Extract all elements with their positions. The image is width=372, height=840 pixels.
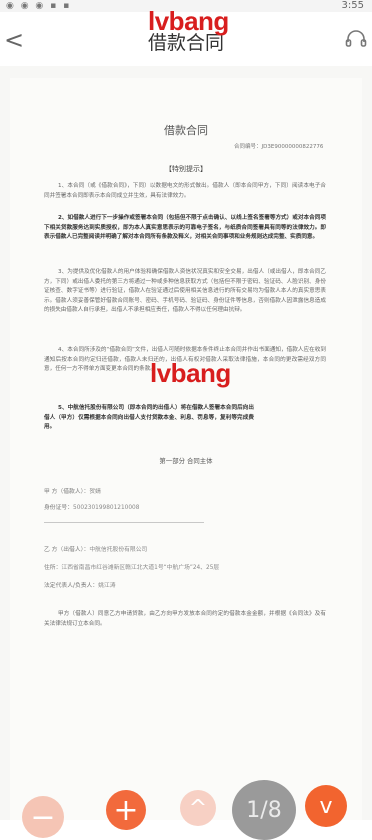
closing-paragraph: 甲方（借款人）同意乙方申请贷款，由乙方向甲方发放本合同约定的借款本金金额，并根据… <box>44 611 326 627</box>
zoom-in-button[interactable]: + <box>106 790 146 830</box>
lender-label: 乙 方（出借人）： <box>44 547 90 553</box>
borrower-id-row: 身份证号：500230199801210008 <box>44 502 139 511</box>
previous-page-button[interactable]: ^ <box>180 790 216 826</box>
page-indicator: 1/8 <box>232 780 296 840</box>
watermark-logo-middle: lvbang <box>150 358 231 388</box>
borrower-name: 贺婧 <box>89 489 101 495</box>
special-notice-title: 【特别提示】 <box>165 165 207 173</box>
lender-row: 乙 方（出借人）：中航信托股份有限公司 <box>44 544 147 553</box>
borrower-id: 500230199801210008 <box>73 505 140 511</box>
status-time: 3:55 <box>341 0 364 11</box>
divider <box>44 522 204 523</box>
borrower-label: 甲 方（借款人）： <box>44 489 90 495</box>
contract-number: 合同编号：JD3E90000000822776 <box>234 144 324 150</box>
next-page-button[interactable]: v <box>305 785 347 827</box>
notice-paragraph-2: 2、如借款人进行下一步操作或签署本合同（包括但不限于点击确认、以线上签名签署等方… <box>44 215 326 241</box>
lender-address-row: 住所：江西省南昌市红谷滩新区赣江北大道1号“中航广场”24、25层 <box>44 562 219 571</box>
document-viewer[interactable]: 借款合同 合同编号：JD3E90000000822776 【特别提示】 1、本合… <box>0 66 372 820</box>
lender-representative: 姚江涛 <box>98 583 116 589</box>
lender-representative-row: 法定代表人/负责人：姚江涛 <box>44 580 116 589</box>
lender-name: 中航信托股份有限公司 <box>89 547 148 553</box>
part-one-title: 第一部分 合同主体 <box>159 457 213 465</box>
watermark-logo-top: lvbang <box>148 6 229 36</box>
status-icons: ◉ ◉ ◉ ▪ ▪ <box>6 1 72 11</box>
app-header: < 借款合同 lvbang <box>0 6 372 67</box>
lender-address-label: 住所： <box>44 565 62 571</box>
contract-title: 借款合同 <box>164 124 208 137</box>
lender-address: 江西省南昌市红谷滩新区赣江北大道1号“中航广场”24、25层 <box>61 565 220 571</box>
notice-paragraph-1: 1、本合同（或《借款合同》，下同）以数据电文的形式做出。借款人（即本合同甲方，下… <box>44 183 326 199</box>
zoom-out-button[interactable]: − <box>22 796 64 838</box>
borrower-row: 甲 方（借款人）：贺婧 <box>44 486 101 495</box>
notice-paragraph-3: 3、为提供及优化借款人的用户体验和确保借款人资信状况真实和安全交易，出借人（或出… <box>44 269 326 314</box>
notice-paragraph-5: 5、中航信托股份有限公司（即本合同的出借人）将在借款人签署本合同后向出借人（甲方… <box>44 405 254 431</box>
contract-page: 借款合同 合同编号：JD3E90000000822776 【特别提示】 1、本合… <box>10 78 362 820</box>
lender-representative-label: 法定代表人/负责人： <box>44 583 99 589</box>
headset-icon[interactable] <box>344 28 368 52</box>
borrower-id-label: 身份证号： <box>44 505 73 511</box>
